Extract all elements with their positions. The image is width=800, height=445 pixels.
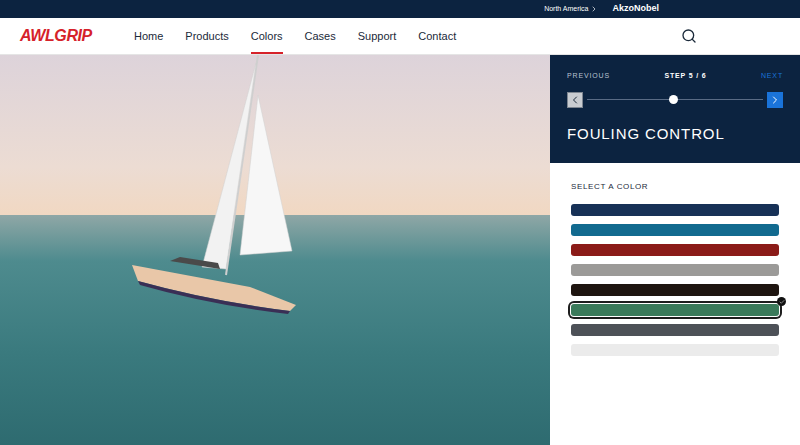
sailboat-icon [130,55,310,315]
nav-item[interactable]: Cases [305,18,336,54]
nav-bar: AWLGRIPHome Products Colors Cases Support Con… [0,18,800,55]
nav-item[interactable]: Home [134,18,163,54]
stepper-header: PREVIOUS STEP 5 / 6 NEXT FOULING CONTROL [550,55,800,163]
stepper-controls [567,92,783,108]
color-swatch[interactable] [571,344,779,356]
color-swatch[interactable] [571,304,779,316]
chevron-left-icon [569,94,581,106]
nav-item[interactable]: Products [185,18,228,54]
color-swatch[interactable] [571,244,779,256]
brand-link[interactable]: AkzoNobel [612,2,659,16]
app: North America AkzoNobel AWLGRIPHome Product… [0,0,800,445]
swatch-list [571,204,779,356]
boat-scene[interactable] [0,55,550,445]
logo[interactable]: AWLGRIP [20,24,134,48]
color-swatch[interactable] [571,324,779,336]
nav-item[interactable]: Colors [251,18,283,54]
step-counter: STEP 5 / 6 [664,71,706,82]
stepper-labels: PREVIOUS STEP 5 / 6 NEXT [567,71,783,82]
nav-menu: Home Products Colors Cases Support Contact [134,18,456,54]
previous-label[interactable]: PREVIOUS [567,71,610,82]
top-bar: North America AkzoNobel [0,0,800,18]
section-label: SELECT A COLOR [571,181,779,193]
color-swatch[interactable] [571,284,779,296]
chevron-right-icon [769,94,781,106]
region-selector[interactable]: North America [544,4,598,15]
config-panel: PREVIOUS STEP 5 / 6 NEXT FOULING CONTROL SEL… [550,55,800,445]
nav-item[interactable]: Support [358,18,397,54]
color-swatch[interactable] [571,224,779,236]
nav-item[interactable]: Contact [418,18,456,54]
next-label[interactable]: NEXT [761,71,783,82]
progress-track [587,99,763,100]
next-button[interactable] [767,92,783,108]
main: PREVIOUS STEP 5 / 6 NEXT FOULING CONTROL SEL… [0,55,800,445]
color-swatch[interactable] [571,264,779,276]
color-section: SELECT A COLOR [550,163,800,445]
chevron-right-icon [590,5,598,13]
search-icon[interactable] [681,28,697,44]
step-title: FOULING CONTROL [567,123,783,146]
progress-dot [669,95,678,104]
color-swatch[interactable] [571,204,779,216]
selected-badge [777,297,786,306]
check-icon [779,299,785,305]
active-underline [251,52,283,54]
previous-button[interactable] [567,92,583,108]
